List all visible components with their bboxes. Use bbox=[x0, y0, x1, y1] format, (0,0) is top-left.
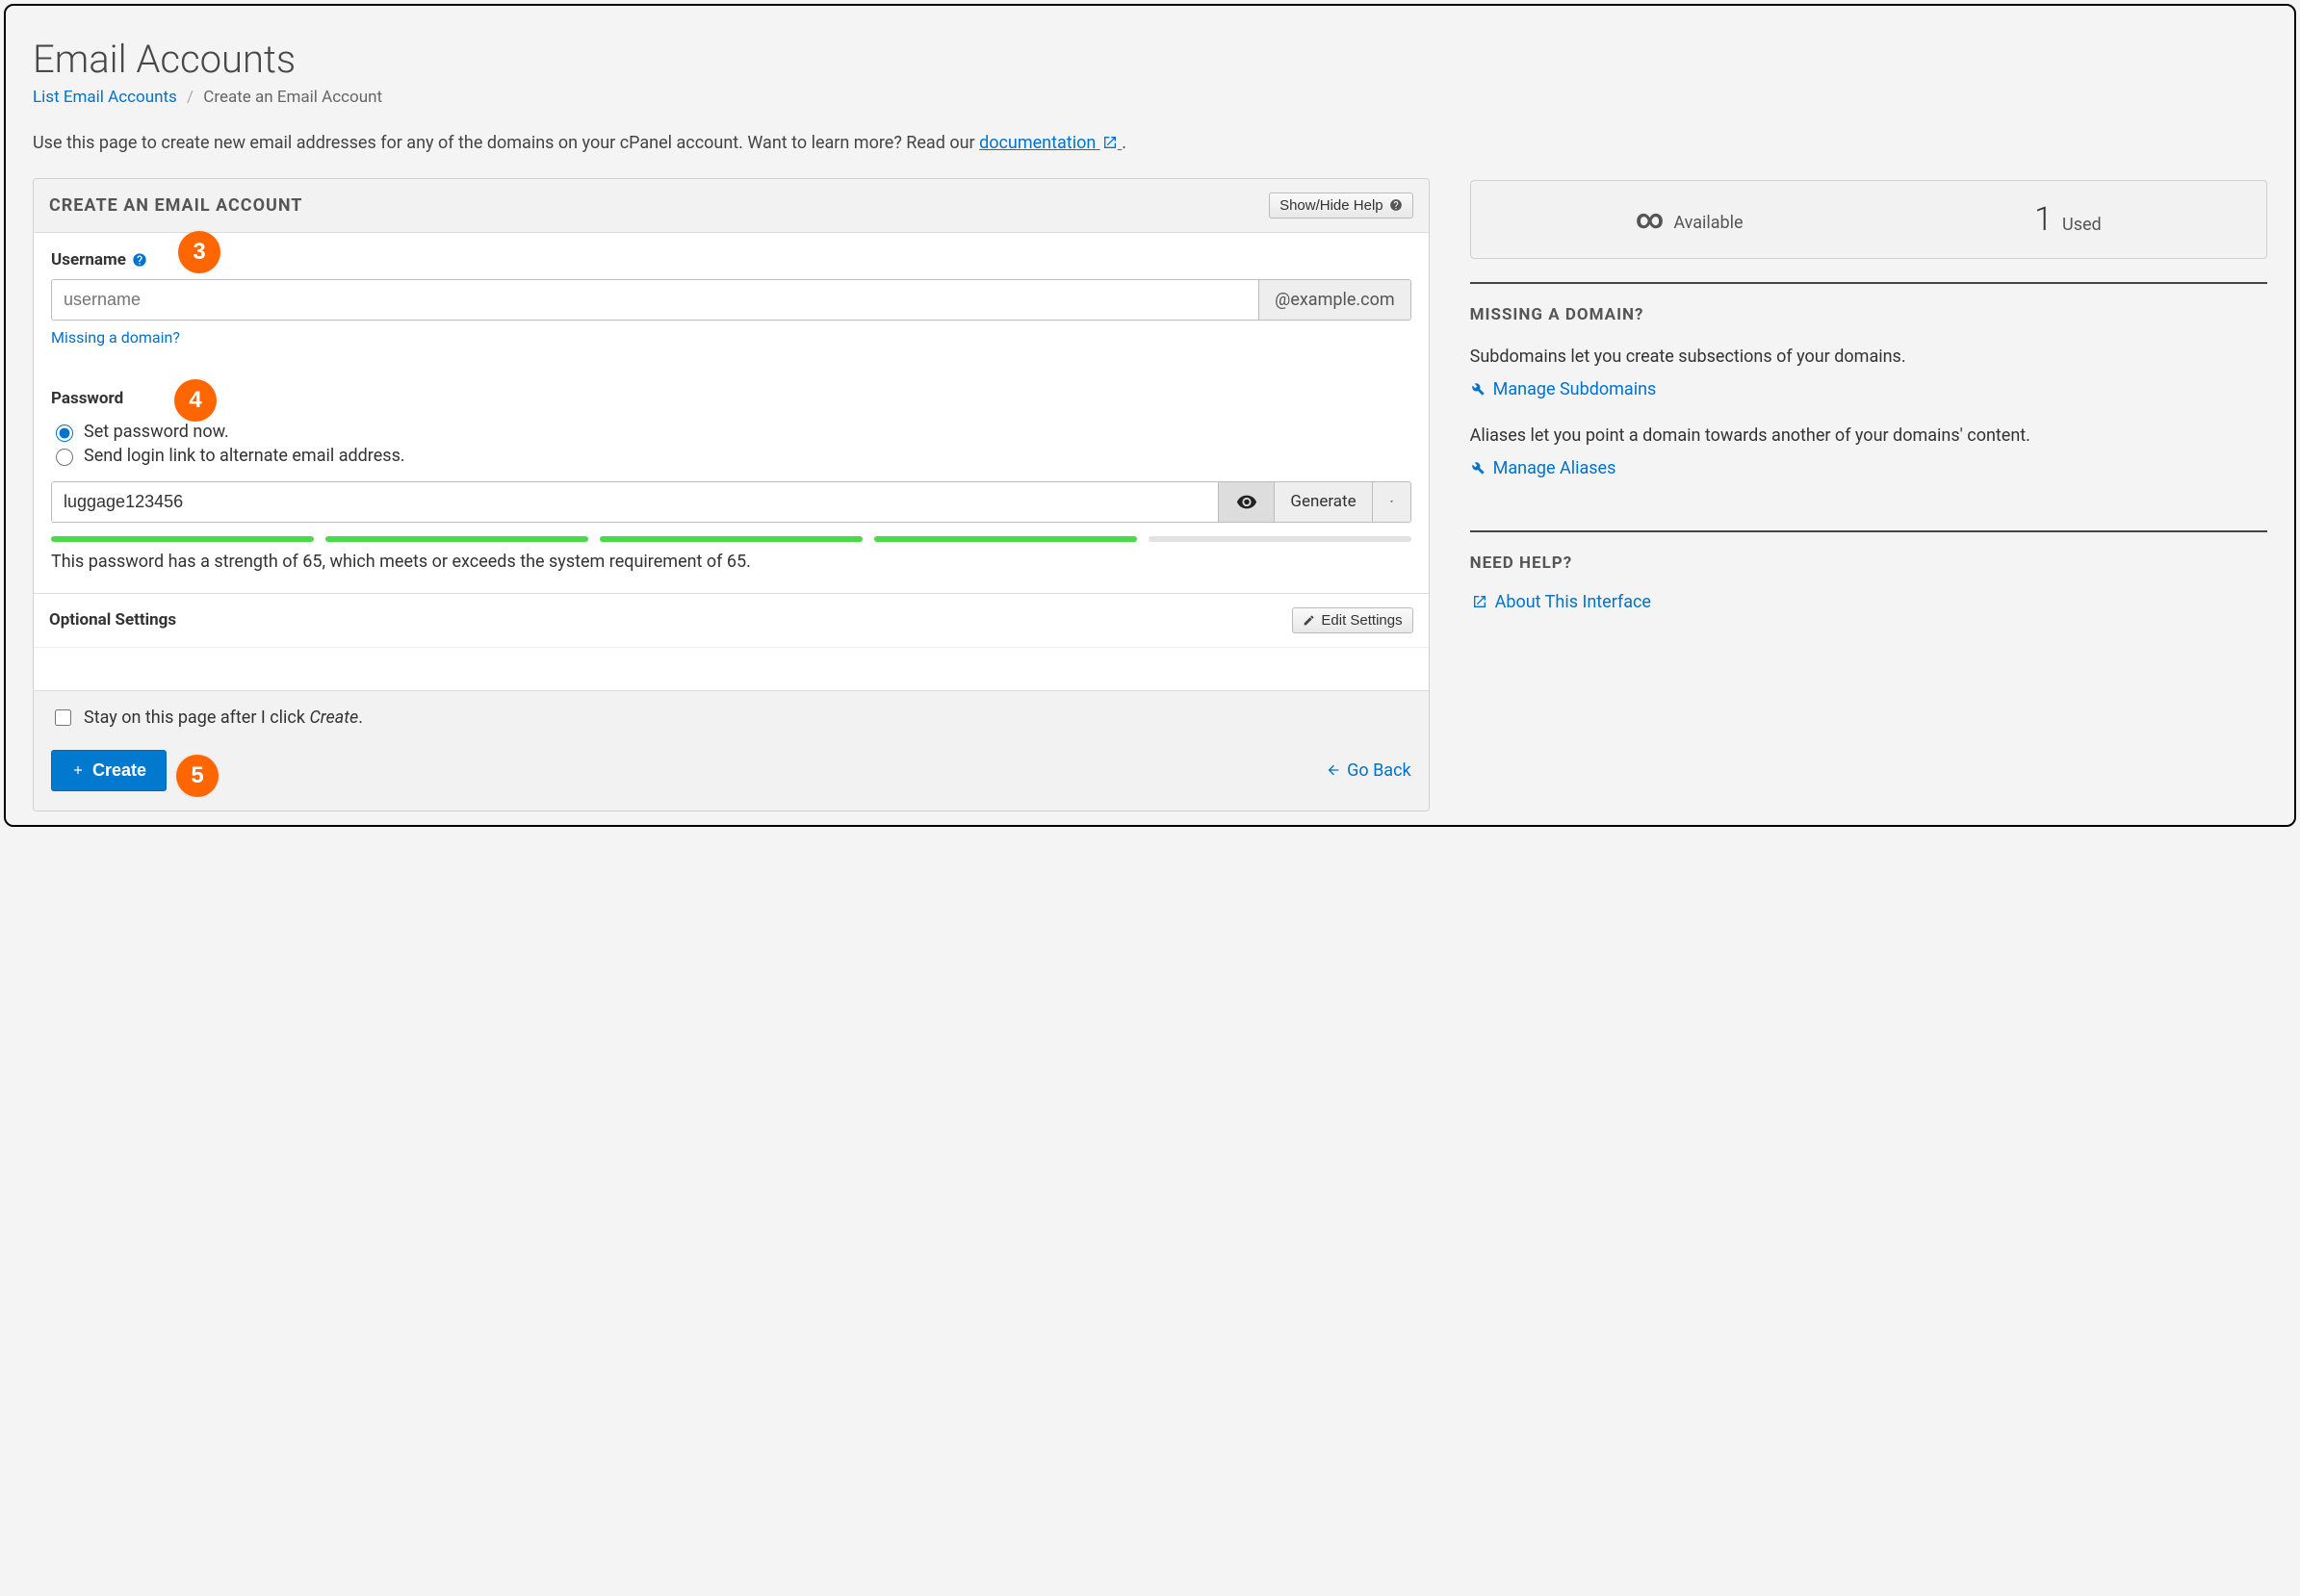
username-input[interactable] bbox=[52, 280, 1258, 320]
wrench-icon bbox=[1470, 460, 1486, 476]
go-back-link[interactable]: Go Back bbox=[1326, 760, 1411, 781]
external-link-icon bbox=[1472, 594, 1487, 609]
account-stats: ∞ Available 1 Used bbox=[1470, 180, 2267, 259]
breadcrumb: List Email Accounts / Create an Email Ac… bbox=[33, 88, 2267, 107]
breadcrumb-current: Create an Email Account bbox=[203, 88, 382, 107]
generate-options-dropdown[interactable] bbox=[1372, 482, 1410, 522]
help-icon bbox=[1389, 198, 1403, 212]
divider bbox=[1470, 530, 2267, 532]
used-label: Used bbox=[2062, 215, 2102, 235]
eye-icon bbox=[1236, 491, 1257, 512]
arrow-left-icon bbox=[1326, 762, 1341, 778]
caret-down-icon bbox=[1388, 496, 1395, 507]
optional-settings-body bbox=[34, 647, 1429, 690]
radio-send-login-link[interactable] bbox=[56, 449, 73, 466]
domain-suffix[interactable]: @example.com bbox=[1258, 280, 1409, 320]
aliases-text: Aliases let you point a domain towards a… bbox=[1470, 423, 2267, 449]
password-link-option[interactable]: Send login link to alternate email addre… bbox=[51, 446, 1411, 466]
page-title: Email Accounts bbox=[33, 37, 2267, 82]
about-interface-link[interactable]: About This Interface bbox=[1470, 592, 1651, 612]
password-strength-note: This password has a strength of 65, whic… bbox=[51, 552, 1411, 572]
help-icon[interactable] bbox=[132, 252, 147, 268]
available-label: Available bbox=[1673, 213, 1743, 233]
password-label: Password bbox=[51, 389, 123, 408]
manage-subdomains-link[interactable]: Manage Subdomains bbox=[1470, 379, 1657, 399]
optional-settings-heading: Optional Settings bbox=[49, 610, 176, 630]
intro-text: Use this page to create new email addres… bbox=[33, 130, 2267, 157]
plus-icon bbox=[71, 763, 85, 777]
panel-heading: CREATE AN EMAIL ACCOUNT bbox=[49, 195, 302, 216]
create-button[interactable]: Create bbox=[51, 750, 167, 791]
documentation-link[interactable]: documentation bbox=[979, 133, 1122, 153]
password-strength-meter bbox=[51, 536, 1411, 542]
breadcrumb-sep: / bbox=[187, 88, 194, 107]
create-email-panel: CREATE AN EMAIL ACCOUNT Show/Hide Help 3… bbox=[33, 178, 1430, 811]
pencil-icon bbox=[1303, 614, 1315, 627]
external-link-icon bbox=[1102, 135, 1118, 150]
wrench-icon bbox=[1470, 381, 1486, 397]
subdomains-text: Subdomains let you create subsections of… bbox=[1470, 344, 2267, 370]
username-label: Username bbox=[51, 250, 126, 270]
generate-password-button[interactable]: Generate bbox=[1274, 482, 1371, 522]
reveal-password-button[interactable] bbox=[1218, 482, 1274, 522]
manage-aliases-link[interactable]: Manage Aliases bbox=[1470, 458, 1616, 478]
need-help-heading: NEED HELP? bbox=[1470, 553, 2267, 573]
show-hide-help-button[interactable]: Show/Hide Help bbox=[1269, 193, 1413, 219]
infinity-icon: ∞ bbox=[1636, 203, 1664, 235]
step-badge-4: 4 bbox=[174, 379, 217, 422]
used-value: 1 bbox=[2034, 200, 2053, 239]
step-badge-5: 5 bbox=[176, 755, 219, 797]
missing-domain-link[interactable]: Missing a domain? bbox=[51, 328, 180, 347]
password-input[interactable] bbox=[52, 482, 1218, 522]
stay-on-page-checkbox[interactable] bbox=[55, 709, 71, 726]
step-badge-3: 3 bbox=[178, 231, 220, 273]
password-now-option[interactable]: Set password now. bbox=[51, 422, 1411, 442]
edit-settings-button[interactable]: Edit Settings bbox=[1292, 607, 1412, 633]
radio-set-password-now[interactable] bbox=[56, 425, 73, 442]
stay-on-page-option[interactable]: Stay on this page after I click Create. bbox=[51, 707, 1411, 729]
missing-domain-heading: MISSING A DOMAIN? bbox=[1470, 305, 2267, 324]
divider bbox=[1470, 282, 2267, 284]
breadcrumb-list-link[interactable]: List Email Accounts bbox=[33, 88, 177, 107]
